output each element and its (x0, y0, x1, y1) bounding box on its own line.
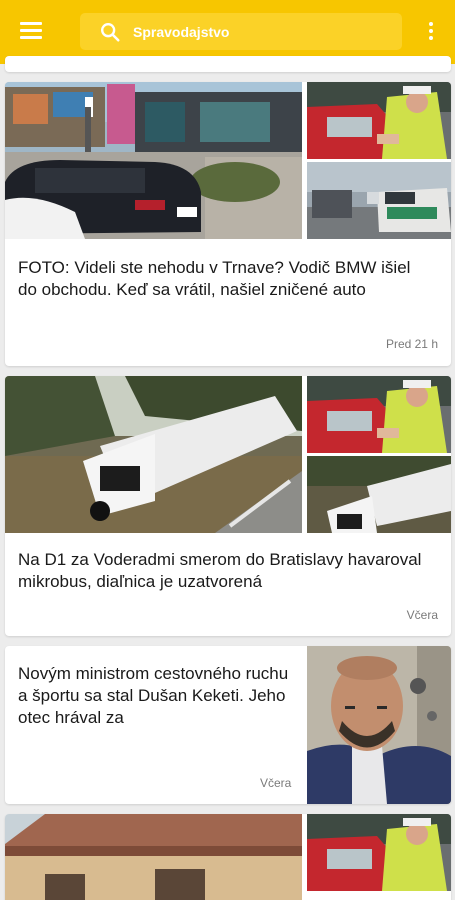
kebab-menu-icon[interactable] (425, 22, 437, 42)
article-title[interactable]: Novým ministrom cestovného ruchu a šport… (18, 663, 296, 729)
article-photo (307, 646, 451, 804)
article-card[interactable] (5, 814, 451, 900)
article-timestamp: Včera (260, 776, 292, 790)
article-thumb-top (307, 376, 451, 453)
search-bar[interactable] (80, 13, 402, 50)
article-main-photo (5, 376, 302, 533)
previous-article-card[interactable] (5, 56, 451, 72)
app-bar (0, 0, 455, 64)
article-main-photo (5, 814, 302, 900)
article-thumb-bottom (307, 456, 451, 533)
article-card[interactable]: Na D1 za Voderadmi smerom do Bratislavy … (5, 376, 451, 636)
article-timestamp: Pred 21 h (385, 337, 438, 351)
hamburger-menu-icon[interactable] (20, 22, 42, 40)
article-thumb-top (307, 814, 451, 891)
article-main-photo (5, 82, 302, 239)
search-icon (101, 23, 120, 42)
article-title[interactable]: FOTO: Videli ste nehodu v Trnave? Vodič … (18, 257, 413, 301)
article-title[interactable]: Na D1 za Voderadmi smerom do Bratislavy … (18, 549, 433, 593)
article-timestamp: Včera (406, 608, 438, 622)
article-card[interactable]: Novým ministrom cestovného ruchu a šport… (5, 646, 451, 804)
article-thumb-bottom (307, 162, 451, 239)
article-thumb-top (307, 82, 451, 159)
search-input[interactable] (133, 22, 383, 42)
article-card[interactable]: FOTO: Videli ste nehodu v Trnave? Vodič … (5, 82, 451, 366)
